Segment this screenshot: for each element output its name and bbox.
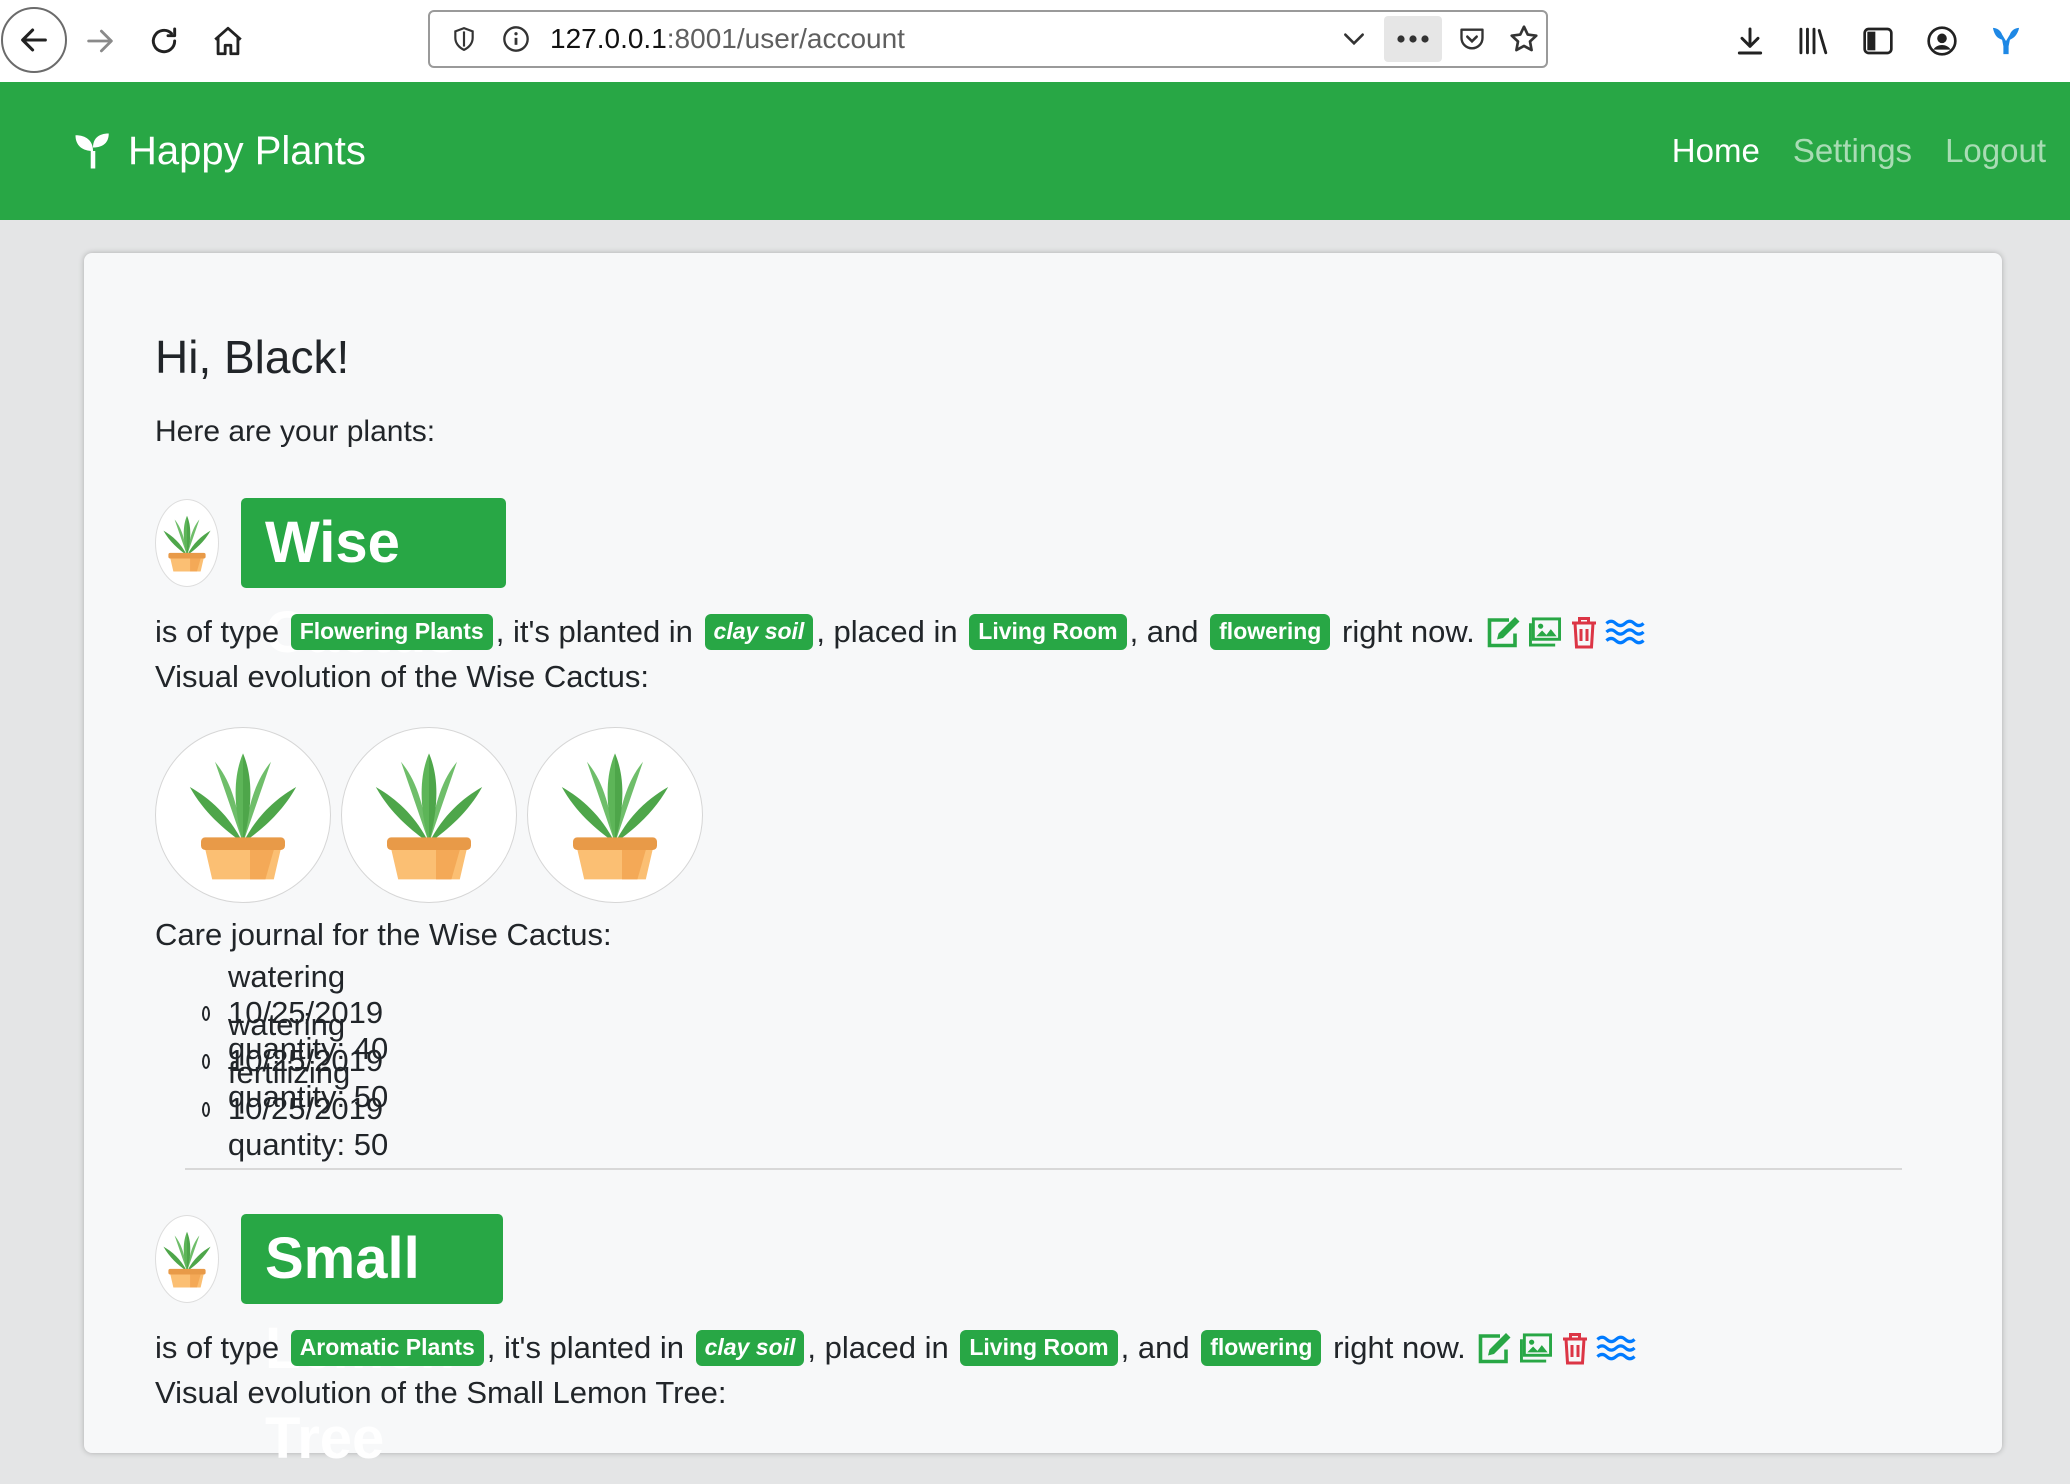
- plant-avatar: [155, 499, 219, 587]
- state-badge: flowering: [1201, 1330, 1322, 1366]
- nav-link-settings[interactable]: Settings: [1793, 132, 1912, 170]
- potted-plant-icon: [375, 753, 483, 880]
- star-icon[interactable]: [1502, 12, 1546, 66]
- sidebar-icon: [1863, 27, 1893, 55]
- library-icon: [1799, 27, 1828, 55]
- shield-icon[interactable]: [444, 12, 484, 66]
- water-icon[interactable]: [1596, 1333, 1636, 1363]
- care-journal-list: watering 10/25/2019 quantity: 40 waterin…: [202, 959, 390, 1162]
- greeting-heading: Hi, Black!: [155, 331, 350, 383]
- and-text: , and: [1129, 614, 1199, 649]
- pocket-icon[interactable]: [1450, 12, 1494, 66]
- account-card: Hi, Black! Here are your plants: Wise Ca…: [84, 253, 2002, 1471]
- suffix-text: right now.: [1333, 1330, 1466, 1365]
- forward-button[interactable]: [72, 13, 128, 69]
- care-journal-label: Care journal for the Wise Cactus:: [155, 917, 612, 952]
- circle-bullet-icon: [202, 1053, 210, 1069]
- downloads-button[interactable]: [1722, 13, 1778, 69]
- fork-heart-icon: [1992, 27, 2020, 55]
- plant-header: Wise Cactus: [155, 497, 507, 665]
- back-button[interactable]: [1, 7, 67, 73]
- home-button[interactable]: [200, 13, 256, 69]
- nav-link-logout[interactable]: Logout: [1945, 132, 2046, 170]
- gallery-icon[interactable]: [1518, 1332, 1554, 1364]
- plant-type-badge: Flowering Plants: [290, 614, 493, 650]
- water-icon[interactable]: [1605, 617, 1645, 647]
- seedling-icon: [75, 133, 109, 169]
- gallery-icon[interactable]: [1527, 616, 1563, 648]
- plant-avatar: [155, 1215, 219, 1303]
- plant-name-badge: Wise Cactus: [241, 498, 507, 665]
- extension-button[interactable]: [1978, 13, 2034, 69]
- plant-divider: [185, 1168, 1902, 1170]
- journal-entry-text: fertilizing 10/25/2019 quantity: 50: [227, 1055, 389, 1162]
- circle-bullet-icon: [202, 1005, 210, 1021]
- evolution-image[interactable]: [155, 727, 331, 903]
- account-button[interactable]: [1914, 13, 1970, 69]
- arrow-left-icon: [21, 28, 47, 52]
- and-text: , and: [1120, 1330, 1190, 1365]
- soil-badge: clay soil: [695, 1330, 805, 1366]
- app-navbar: Happy Plants Home Settings Logout: [0, 82, 2070, 220]
- plant-actions: [1476, 1331, 1636, 1365]
- circle-bullet-icon: [202, 1101, 210, 1117]
- browser-toolbar: 127.0.0.1:8001/user/account: [0, 0, 2070, 83]
- evolution-image[interactable]: [527, 727, 703, 903]
- soil-badge: clay soil: [704, 614, 814, 650]
- sidebar-button[interactable]: [1850, 13, 1906, 69]
- plant-header: Small Lemon Tree: [155, 1213, 504, 1471]
- placed-text: , placed in: [807, 1330, 949, 1365]
- download-icon: [1737, 27, 1763, 55]
- potted-plant-icon: [561, 753, 669, 880]
- reload-button[interactable]: [136, 13, 192, 69]
- url-bar[interactable]: 127.0.0.1:8001/user/account: [428, 10, 1548, 68]
- plant-type-badge: Aromatic Plants: [290, 1330, 484, 1366]
- reload-icon: [151, 27, 177, 54]
- state-badge: flowering: [1210, 614, 1331, 650]
- info-icon[interactable]: [496, 12, 536, 66]
- evolution-image[interactable]: [341, 727, 517, 903]
- potted-plant-icon: [163, 1231, 211, 1288]
- intro-text: Here are your plants:: [155, 415, 436, 448]
- trash-icon[interactable]: [1569, 615, 1599, 649]
- type-prefix-text: is of type: [155, 1330, 280, 1365]
- evolution-gallery: [155, 727, 703, 903]
- nav-link-home[interactable]: Home: [1672, 132, 1760, 170]
- edit-icon[interactable]: [1485, 615, 1521, 649]
- url-path: :8001/user/account: [666, 23, 905, 54]
- journal-entry: fertilizing 10/25/2019 quantity: 50: [202, 1055, 390, 1162]
- plant-actions: [1485, 615, 1645, 649]
- account-icon: [1927, 26, 1957, 56]
- plant-description: is of type Flowering Plants, it's plante…: [155, 609, 1645, 655]
- potted-plant-icon: [163, 515, 211, 572]
- plant-name-badge: Small Lemon Tree: [241, 1214, 504, 1471]
- suffix-text: right now.: [1342, 614, 1475, 649]
- url-text[interactable]: 127.0.0.1:8001/user/account: [550, 12, 905, 66]
- type-prefix-text: is of type: [155, 614, 280, 649]
- placed-text: , placed in: [816, 614, 958, 649]
- location-badge: Living Room: [960, 1330, 1118, 1366]
- potted-plant-icon: [189, 753, 297, 880]
- planted-text: , it's planted in: [495, 614, 693, 649]
- brand-name: Happy Plants: [128, 128, 366, 173]
- more-actions-icon[interactable]: [1384, 16, 1442, 62]
- edit-icon[interactable]: [1476, 1331, 1512, 1365]
- url-host: 127.0.0.1: [550, 23, 667, 54]
- evolution-label: Visual evolution of the Wise Cactus:: [155, 659, 649, 694]
- trash-icon[interactable]: [1560, 1331, 1590, 1365]
- planted-text: , it's planted in: [486, 1330, 684, 1365]
- arrow-right-icon: [87, 29, 113, 53]
- home-icon: [214, 26, 242, 56]
- library-button[interactable]: [1786, 13, 1842, 69]
- nav-links: Home Settings Logout: [1639, 82, 2046, 220]
- brand-link[interactable]: Happy Plants: [72, 82, 366, 220]
- location-badge: Living Room: [969, 614, 1127, 650]
- plant-description: is of type Aromatic Plants, it's planted…: [155, 1325, 1636, 1371]
- chevron-down-icon[interactable]: [1332, 12, 1376, 66]
